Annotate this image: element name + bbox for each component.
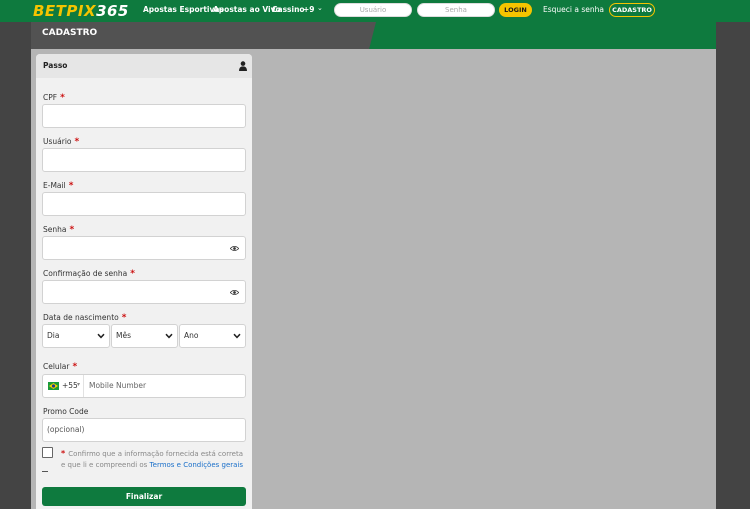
phone-input[interactable]: +55 ▾ Mobile Number xyxy=(42,374,246,398)
phone-divider xyxy=(83,375,84,397)
terms-confirm-text: * Confirmo que a informação fornecida est… xyxy=(61,448,246,471)
birth-month-select[interactable]: Mês xyxy=(111,324,178,348)
email-label-text: E-Mail xyxy=(43,181,66,190)
logo-text-part1: BETPIX xyxy=(33,2,97,20)
step-header: Passo xyxy=(36,54,252,78)
confirm-password-input[interactable] xyxy=(42,280,246,304)
terms-checkbox[interactable] xyxy=(42,447,53,458)
nav-cassino[interactable]: Cassino xyxy=(272,5,305,14)
phone-label: Celular * xyxy=(43,362,77,372)
chevron-down-icon xyxy=(97,333,105,339)
finalize-button[interactable]: Finalizar xyxy=(42,487,246,506)
username-label-text: Usuário xyxy=(43,137,72,146)
username-label: Usuário * xyxy=(43,137,79,147)
promo-code-input[interactable]: (opcional) xyxy=(42,418,246,442)
cpf-label-text: CPF xyxy=(43,93,58,102)
step-label: Passo xyxy=(43,61,68,70)
eye-icon[interactable] xyxy=(230,289,239,296)
confirm-password-label: Confirmação de senha * xyxy=(43,269,135,279)
registration-form: Passo CPF * Usuário * E-Mail * Senha * Confi… xyxy=(36,54,252,509)
nav-apostas-esportivas[interactable]: Apostas Esportivas xyxy=(143,5,224,14)
required-mark: * xyxy=(68,181,74,191)
cpf-label: CPF * xyxy=(43,93,65,103)
brazil-flag-icon[interactable] xyxy=(48,382,59,390)
required-mark: * xyxy=(74,137,80,147)
divider-dash xyxy=(42,471,48,472)
phone-country-code[interactable]: +55 xyxy=(62,381,78,390)
nav-more-chevron-icon[interactable]: ⌄ xyxy=(317,4,323,12)
birth-month-value: Mês xyxy=(116,331,131,340)
required-mark: * xyxy=(121,313,127,323)
eye-icon[interactable] xyxy=(230,245,239,252)
promo-placeholder: (opcional) xyxy=(47,425,85,434)
password-label: Senha * xyxy=(43,225,74,235)
confirm-password-label-text: Confirmação de senha xyxy=(43,269,128,278)
birth-day-value: Dia xyxy=(47,331,60,340)
nav-apostas-ao-vivo[interactable]: Apostas ao Vivo xyxy=(213,5,281,14)
required-mark: * xyxy=(72,362,78,372)
required-mark: * xyxy=(61,449,66,458)
birth-year-value: Ano xyxy=(184,331,199,340)
header-username-input[interactable]: Usuário xyxy=(334,3,412,17)
phone-placeholder: Mobile Number xyxy=(89,381,147,390)
page-title: CADASTRO xyxy=(42,28,98,38)
terms-link[interactable]: Termos e Condições gerais xyxy=(150,461,243,469)
promo-label: Promo Code xyxy=(43,407,89,416)
header-password-input[interactable]: Senha xyxy=(417,3,495,17)
email-label: E-Mail * xyxy=(43,181,73,191)
user-icon xyxy=(239,61,247,71)
username-input[interactable] xyxy=(42,148,246,172)
forgot-password-link[interactable]: Esqueci a senha xyxy=(543,5,604,14)
required-mark: * xyxy=(60,93,65,103)
birthdate-label-text: Data de nascimento xyxy=(43,313,119,322)
password-input[interactable] xyxy=(42,236,246,260)
birth-year-select[interactable]: Ano xyxy=(179,324,246,348)
register-button[interactable]: CADASTRO xyxy=(609,3,655,17)
nav-more[interactable]: +9 xyxy=(303,5,315,14)
email-input[interactable] xyxy=(42,192,246,216)
title-band: CADASTRO xyxy=(31,22,716,49)
birthdate-label: Data de nascimento * xyxy=(43,313,126,323)
password-label-text: Senha xyxy=(43,225,67,234)
logo-text-part2: 365 xyxy=(96,2,129,20)
login-button[interactable]: LOGIN xyxy=(499,3,532,17)
top-navbar: BETPIX365 Apostas Esportivas Apostas ao … xyxy=(0,0,750,22)
phone-label-text: Celular xyxy=(43,362,70,371)
required-mark: * xyxy=(130,269,135,279)
chevron-down-icon xyxy=(233,333,241,339)
country-chevron-icon[interactable]: ▾ xyxy=(77,381,80,388)
cpf-input[interactable] xyxy=(42,104,246,128)
required-mark: * xyxy=(69,225,75,235)
betpix365-logo[interactable]: BETPIX365 xyxy=(33,2,129,20)
chevron-down-icon xyxy=(165,333,173,339)
birth-day-select[interactable]: Dia xyxy=(42,324,110,348)
